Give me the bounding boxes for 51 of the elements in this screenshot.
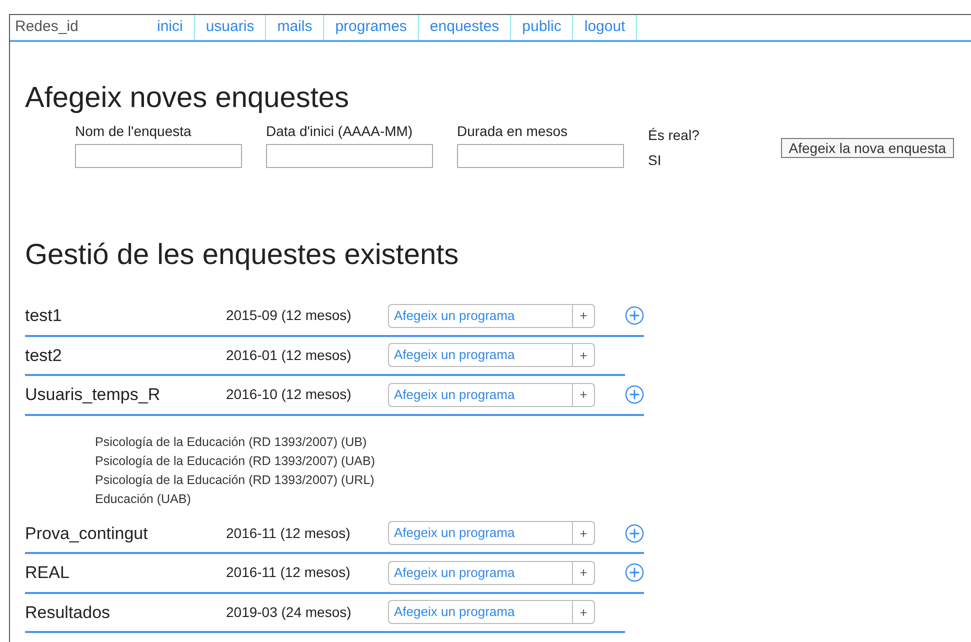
add-button[interactable]: +: [573, 560, 595, 585]
nav-link[interactable]: logout: [573, 15, 638, 40]
field-value: SI: [648, 151, 662, 170]
program-item: Psicología de la Educación (RD 1393/2007) (UB): [95, 434, 368, 451]
nav-link[interactable]: mails: [266, 15, 324, 40]
program-dropdown[interactable]: Afegeix un programa: [388, 304, 573, 328]
expand-icon[interactable]: [625, 385, 644, 404]
program-dropdown[interactable]: Afegeix un programa: [388, 560, 573, 585]
section-heading: Gestió de les enquestes existents: [25, 238, 460, 273]
expand-icon[interactable]: [625, 563, 644, 582]
field-label: Nom de l'enquesta: [75, 122, 192, 140]
nav-link[interactable]: programes: [324, 15, 419, 40]
field-label: Data d'inici (AAAA-MM): [266, 122, 414, 140]
survey-name: test2: [25, 344, 63, 366]
expand-icon[interactable]: [625, 524, 644, 543]
program-dropdown[interactable]: Afegeix un programa: [388, 382, 573, 407]
program-item: Educación (UAB): [95, 490, 192, 508]
program-dropdown[interactable]: Afegeix un programa: [388, 600, 573, 624]
expand-icon[interactable]: [625, 306, 644, 326]
add-button[interactable]: +: [573, 600, 595, 624]
survey-name: Resultados: [25, 602, 112, 624]
survey-period: 2016-11 (12 mesos): [226, 563, 352, 582]
submit-button[interactable]: Afegeix la nova enquesta: [780, 138, 954, 158]
site-brand: Redes_id: [14, 17, 80, 37]
input-field[interactable]: [75, 144, 242, 168]
survey-name: Prova_contingut: [25, 522, 149, 544]
survey-period: 2019-03 (24 mesos): [226, 602, 352, 622]
survey-name: Usuaris_temps_R: [25, 384, 162, 406]
input-field[interactable]: [266, 144, 433, 168]
input-field[interactable]: [457, 144, 624, 168]
add-button[interactable]: +: [573, 382, 595, 407]
program-dropdown[interactable]: Afegeix un programa: [388, 521, 573, 546]
survey-period: 2016-10 (12 mesos): [226, 385, 352, 404]
survey-period: 2015-09 (12 mesos): [226, 306, 352, 326]
add-button[interactable]: +: [573, 304, 595, 328]
nav-link[interactable]: public: [511, 15, 574, 40]
program-dropdown[interactable]: Afegeix un programa: [388, 343, 573, 368]
survey-period: 2016-01 (12 mesos): [226, 346, 352, 365]
add-button[interactable]: +: [573, 521, 595, 546]
survey-name: REAL: [25, 562, 70, 584]
nav-link[interactable]: enquestes: [418, 15, 512, 40]
nav-link[interactable]: inici: [146, 15, 195, 40]
survey-name: test1: [25, 305, 63, 327]
field-label: Durada en mesos: [457, 122, 569, 140]
program-item: Psicología de la Educación (RD 1393/2007) (UAB): [95, 452, 376, 470]
nav-link[interactable]: usuaris: [194, 15, 266, 40]
survey-period: 2016-11 (12 mesos): [226, 524, 352, 543]
field-label: És real?: [648, 126, 700, 145]
program-item: Psicología de la Educación (RD 1393/2007) (URL): [95, 472, 376, 489]
section-heading: Afegeix noves enquestes: [25, 81, 350, 116]
add-button[interactable]: +: [573, 343, 595, 368]
